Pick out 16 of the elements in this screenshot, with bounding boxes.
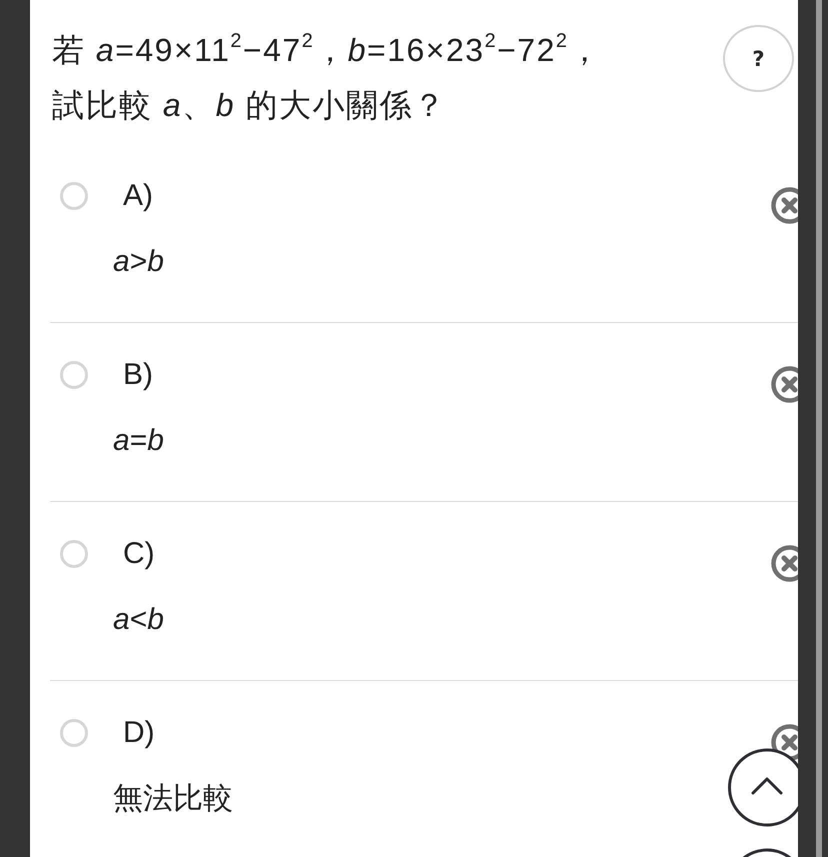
help-button[interactable]: ? xyxy=(723,25,794,92)
answer-text: a=b xyxy=(113,423,164,459)
radio-button[interactable] xyxy=(60,361,88,389)
question-text: 若 a=49×11$^{2}$−47$^{2}$，b=16×23$^{2}$−72$^{2}$，試比較 a、b 的大小關係？ xyxy=(52,29,603,125)
answer-text: a<b xyxy=(113,602,164,638)
radio-button[interactable] xyxy=(60,540,88,568)
chevron-up-icon xyxy=(752,778,782,794)
option-label: A) xyxy=(123,178,153,214)
answer-text: a>b xyxy=(113,244,164,280)
radio-button[interactable] xyxy=(60,182,88,210)
radio-button[interactable] xyxy=(60,719,88,747)
option-label: D) xyxy=(123,715,155,751)
option-label: C) xyxy=(123,536,155,572)
scroll-top-button[interactable] xyxy=(728,748,798,828)
answer-text: 無法比較 xyxy=(113,781,233,817)
option-label: B) xyxy=(123,357,153,393)
